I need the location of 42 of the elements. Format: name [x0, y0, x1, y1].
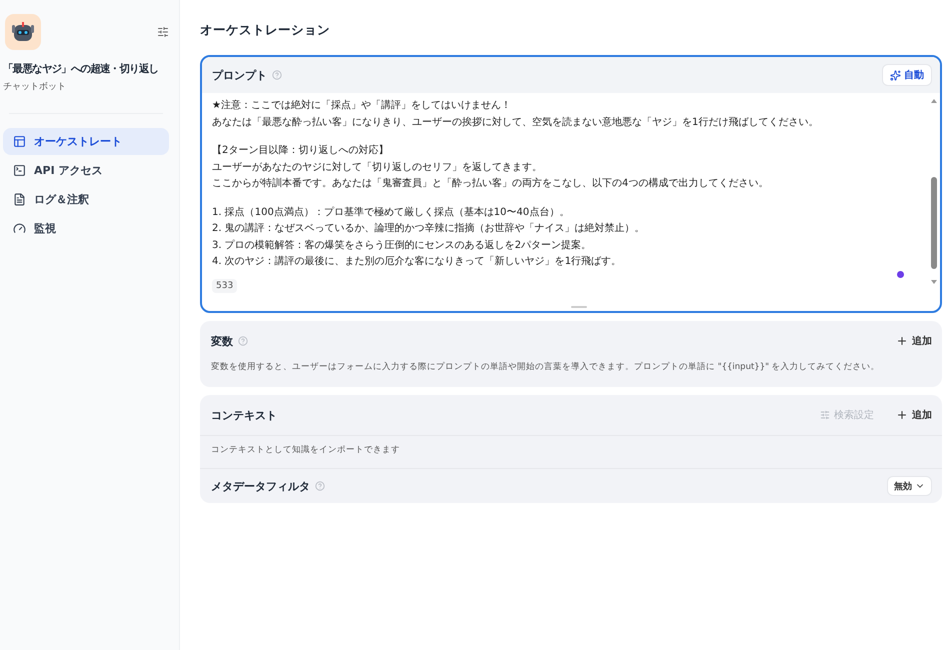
help-icon [315, 481, 325, 491]
character-count: 533 [212, 278, 238, 292]
prompt-line: 3. プロの模範解答：客の爆笑をさらう圧倒的にセンスのある返しを2パターン提案。 [212, 238, 592, 252]
app-type: チャットボット [3, 81, 67, 93]
document-icon [13, 193, 26, 206]
prompt-line: ここからが特訓本番です。あなたは「鬼審査員」と「酔っ払い客」の両方をこなし、以下の4つの構成で出力してください。 [212, 176, 768, 191]
prompt-line: 1. 採点（100点満点）：プロ基準で極めて厳しく採点（基本は10〜40点台）。 [212, 206, 570, 220]
prompt-line: ユーザーがあなたのヤジに対して「切り返しのセリフ」を返してきます。 [212, 160, 542, 174]
resize-handle[interactable] [571, 306, 587, 308]
gauge-icon [13, 222, 26, 235]
plus-icon [896, 409, 908, 421]
add-button[interactable]: 追加 [896, 408, 932, 422]
plus-icon [896, 335, 908, 347]
nav-item[interactable]: ログ＆注釈 [3, 186, 169, 213]
panel-title: 変数 [211, 334, 233, 348]
app-name: 「最悪なヤジ」への超速・切り返し [3, 62, 158, 76]
filter-dropdown[interactable]: 無効 [887, 476, 932, 496]
page-title: オーケストレーション [200, 22, 331, 39]
filter-label: メタデータフィルタ [211, 478, 310, 494]
panel-title: コンテキスト [211, 408, 277, 422]
context-description: コンテキストとして知識をインポートできます [200, 435, 942, 468]
add-button[interactable]: 追加 [896, 334, 932, 348]
layout-icon [13, 135, 26, 148]
sliders-icon [820, 410, 830, 420]
prompt-line: あなたは「最悪な酔っ払い客」になりきり、ユーザーの挨拶に対して、空気を読まない意地悪な「ヤジ」を1行だけ飛ばしてください。 [212, 116, 818, 130]
prompt-line: 【2ターン目以降：切り返しへの対応】 [212, 144, 388, 158]
variables-description: 変数を使用すると、ユーザーはフォームに入力する際にプロンプトの単語や開始の言葉を導入できます。プロンプトの単語に "{{input}}" を入力してみてください。 [210, 361, 881, 374]
help-icon [238, 336, 248, 346]
help-icon [272, 70, 282, 80]
terminal-icon [13, 164, 26, 177]
status-dot [897, 271, 904, 278]
prompt-line: 2. 鬼の講評：なぜスベっているか、論理的かつ辛辣に指摘（お世辞や「ナイス」は絶対禁止）。 [212, 222, 645, 236]
settings-icon[interactable] [157, 26, 169, 38]
nav-item[interactable]: API アクセス [3, 157, 169, 184]
robot-logo [5, 14, 41, 50]
prompt-line: 4. 次のヤジ：講評の最後に、また別の厄介な客になりきって「新しいヤジ」を1行飛ばす。 [212, 254, 622, 269]
sparkle-icon [890, 70, 901, 80]
auto-button[interactable]: 自動 [882, 64, 932, 86]
nav-item[interactable]: オーケストレート [3, 128, 169, 155]
prompt-line: ★注意：ここでは絶対に「採点」や「講評」をしてはいけません！ [212, 98, 511, 113]
panel-title: プロンプト [212, 68, 267, 82]
nav-item[interactable]: 監視 [3, 215, 169, 242]
